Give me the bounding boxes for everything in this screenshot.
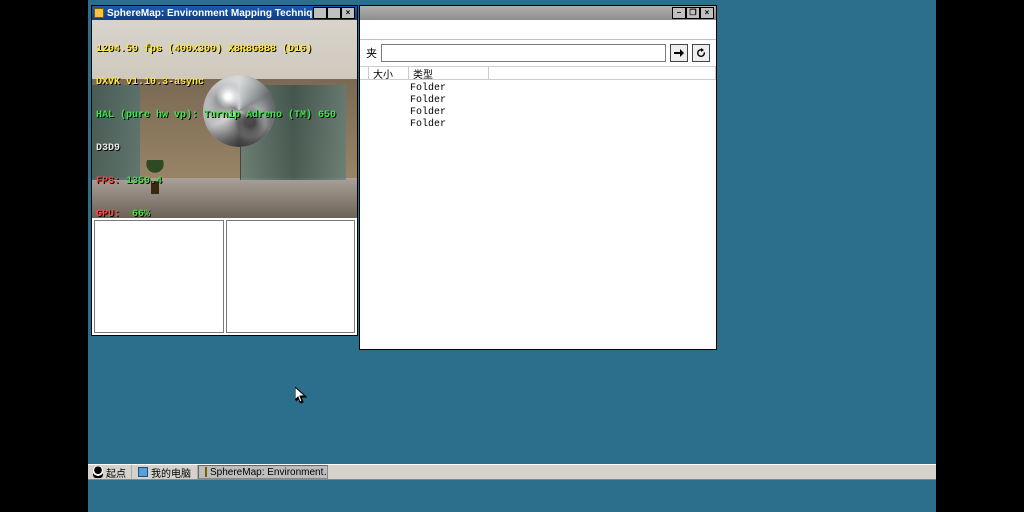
close-button[interactable]: × [700,7,714,19]
task-icon [138,467,148,477]
lower-right-pane [226,220,356,333]
row-type: Folder [406,119,486,130]
address-label: 夹 [366,45,377,61]
cursor-icon [295,387,307,405]
maximize-button[interactable] [327,7,341,19]
app-icon[interactable] [94,8,104,18]
start-label: 起点 [106,465,126,480]
refresh-button[interactable] [692,44,710,62]
address-input[interactable] [381,44,666,62]
refresh-icon [695,47,707,59]
hud-gpu-line: GPU: 66% [96,209,336,218]
taskbar[interactable]: 起点 我的电脑 SphereMap: Environment… [88,464,936,480]
taskbar-item[interactable]: SphereMap: Environment… [198,465,328,479]
row-type: Folder [406,95,486,106]
hud-api-line: D3D9 [96,143,336,154]
start-button[interactable]: 起点 [88,465,132,479]
lower-left-pane [94,220,224,333]
desktop[interactable]: SphereMap: Environment Mapping Technique… [88,0,936,512]
table-row[interactable]: Folder [360,118,716,130]
titlebar-spheremap[interactable]: SphereMap: Environment Mapping Technique… [92,6,357,20]
task-label: 我的电脑 [151,465,191,479]
table-row[interactable]: Folder [360,106,716,118]
col-header-name[interactable] [360,67,369,79]
col-header-spare[interactable] [489,67,716,79]
toolbar [360,20,716,40]
penguin-icon [93,466,103,478]
hud-hal-line: HAL (pure hw vp): Turnip Adreno (TM) 650 [96,110,336,121]
hud-mode-line: 1204.59 fps (400x300) X8R8G8B8 (D16) [96,44,336,55]
table-row[interactable]: Folder [360,94,716,106]
list-header[interactable]: 大小 类型 [360,66,716,80]
minimize-button[interactable]: – [672,7,686,19]
d3d-viewport: 1204.59 fps (400x300) X8R8G8B8 (D16) DXV… [92,20,357,218]
restore-button[interactable]: ❐ [686,7,700,19]
row-type: Folder [406,107,486,118]
close-button[interactable]: × [341,7,355,19]
window-spheremap[interactable]: SphereMap: Environment Mapping Technique… [91,5,358,336]
task-label: SphereMap: Environment… [210,467,328,478]
col-header-size[interactable]: 大小 [369,67,409,79]
performance-hud: 1204.59 fps (400x300) X8R8G8B8 (D16) DXV… [96,22,336,218]
hud-dxvk-line: DXVK v1.10.3-async [96,77,336,88]
go-arrow-icon [673,47,685,59]
minimize-button[interactable] [313,7,327,19]
address-row: 夹 [360,40,716,66]
taskbar-item[interactable]: 我的电脑 [132,465,198,479]
col-header-type[interactable]: 类型 [409,67,489,79]
titlebar-browser[interactable]: – ❐ × [360,6,716,20]
go-button[interactable] [670,44,688,62]
hud-fps-line: FPS: 1359.4 [96,176,336,187]
table-row[interactable]: Folder [360,82,716,94]
window-title: SphereMap: Environment Mapping Technique [107,8,313,19]
window-file-browser[interactable]: – ❐ × 夹 大小 类型 FolderFolderFolderFolder [359,5,717,350]
row-type: Folder [406,83,486,94]
file-list[interactable]: FolderFolderFolderFolder [360,80,716,349]
task-icon [205,467,207,477]
